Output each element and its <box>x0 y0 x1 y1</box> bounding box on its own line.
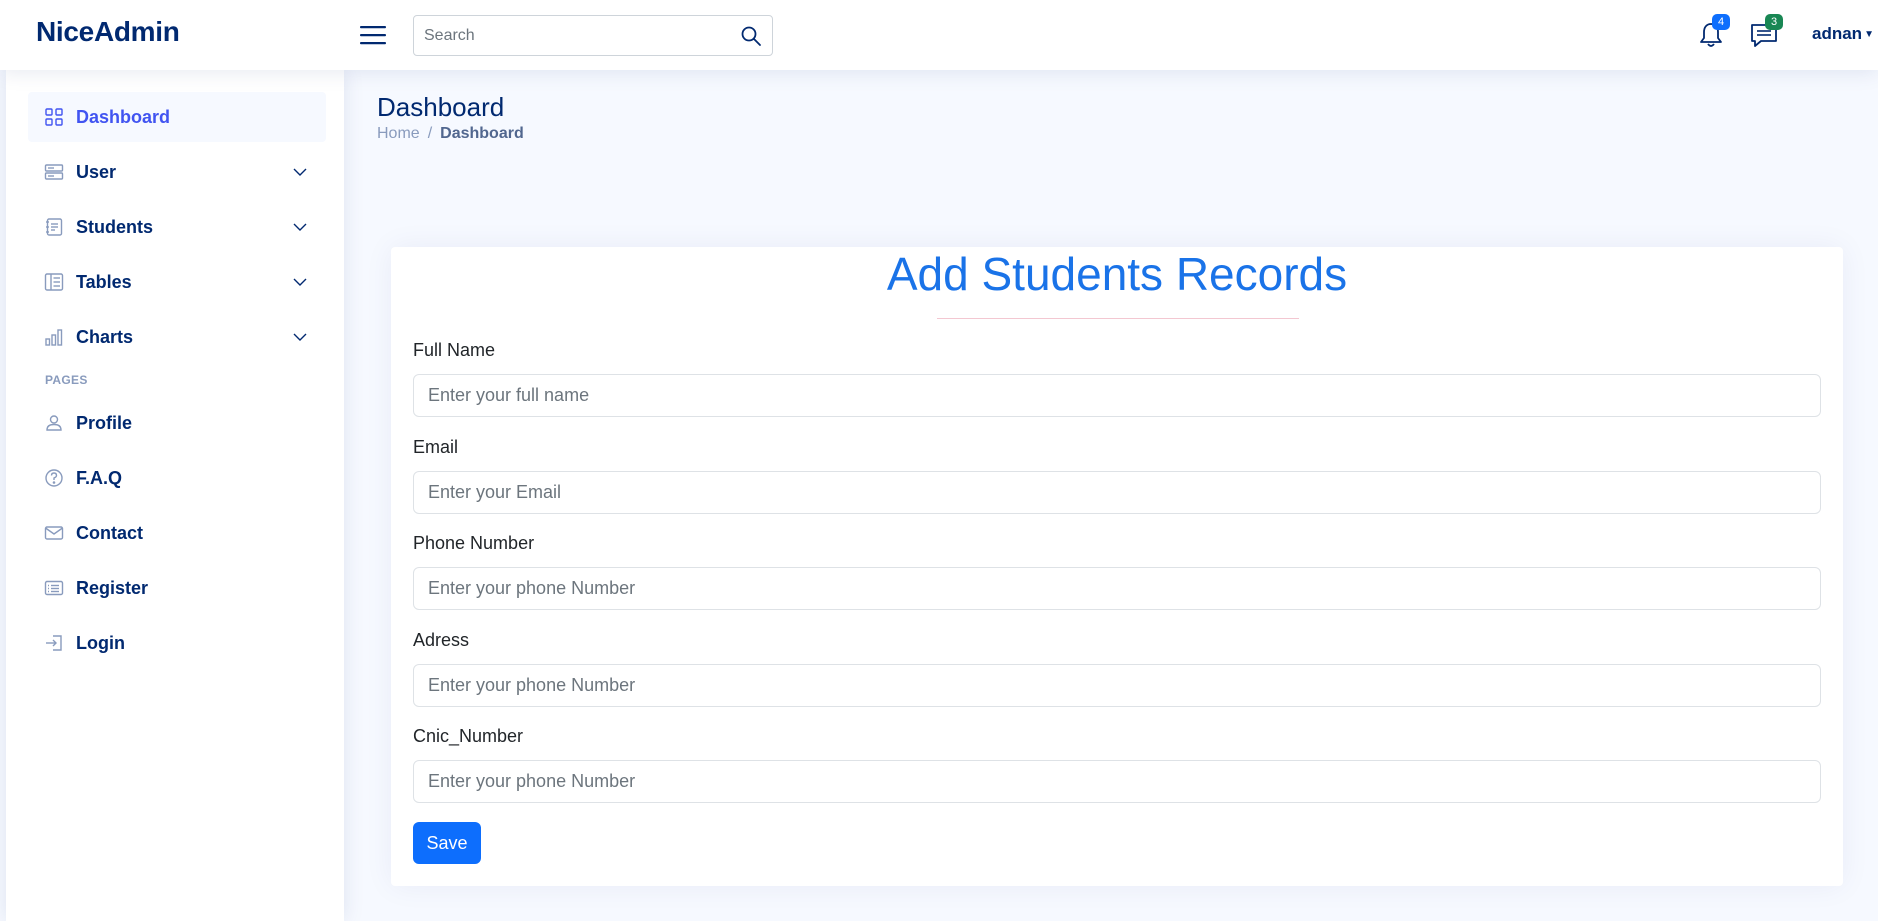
full-name-label: Full Name <box>413 340 496 360</box>
caret-down-icon: ▼ <box>1864 29 1874 41</box>
sidebar-item-profile[interactable]: Profile <box>28 398 326 448</box>
user-name: adnan <box>1812 24 1863 43</box>
chevron-down-icon <box>292 329 308 345</box>
sidebar-item-login[interactable]: Login <box>28 618 326 668</box>
breadcrumb-separator: / <box>427 125 433 142</box>
header: NiceAdmin 4 3 adnan▼ <box>0 0 1878 70</box>
card-list-icon <box>44 578 64 598</box>
sidebar-item-faq[interactable]: F.A.Q <box>28 453 326 503</box>
page-title: Dashboard <box>377 92 505 122</box>
menu-button-icon <box>44 162 64 182</box>
sidebar-item-dashboard[interactable]: Dashboard <box>28 92 326 142</box>
sidebar-item-label: Contact <box>76 522 143 543</box>
journal-text-icon <box>44 217 64 237</box>
search-input[interactable] <box>414 16 714 55</box>
breadcrumb-current: Dashboard <box>440 125 524 142</box>
sidebar-item-label: User <box>76 161 117 182</box>
notifications-badge: 4 <box>1712 14 1730 30</box>
sidebar-item-tables[interactable]: Tables <box>28 257 326 307</box>
bar-chart-icon <box>44 327 64 347</box>
sidebar-item-label: Students <box>76 216 154 237</box>
title-divider <box>937 318 1299 319</box>
form-title: Add Students Records <box>886 248 1348 300</box>
cnic-number-input[interactable] <box>413 760 1821 803</box>
box-arrow-in-right-icon <box>44 633 64 653</box>
sidebar: Dashboard User Students Tables Charts PA… <box>6 70 344 921</box>
sidebar-item-register[interactable]: Register <box>28 563 326 613</box>
sidebar-item-charts[interactable]: Charts <box>28 312 326 362</box>
breadcrumb-home[interactable]: Home <box>377 125 420 142</box>
address-label: Adress <box>413 630 470 650</box>
student-form-card: Add Students Records Full Name Email Pho… <box>391 247 1843 886</box>
person-icon <box>44 413 64 433</box>
full-name-input[interactable] <box>413 374 1821 417</box>
messages-chat-icon[interactable]: 3 <box>1749 14 1783 50</box>
sidebar-item-label: Dashboard <box>76 106 171 127</box>
chevron-down-icon <box>292 219 308 235</box>
question-circle-icon <box>44 468 64 488</box>
phone-number-input[interactable] <box>413 567 1821 610</box>
envelope-icon <box>44 523 64 543</box>
sidebar-item-students[interactable]: Students <box>28 202 326 252</box>
phone-number-label: Phone Number <box>413 533 535 553</box>
email-input[interactable] <box>413 471 1821 514</box>
sidebar-toggle-icon[interactable] <box>358 20 388 50</box>
sidebar-item-label: F.A.Q <box>76 467 123 488</box>
sidebar-item-user[interactable]: User <box>28 147 326 197</box>
chevron-down-icon <box>292 274 308 290</box>
sidebar-item-label: Tables <box>76 271 132 292</box>
messages-badge: 3 <box>1765 14 1783 30</box>
user-menu[interactable]: adnan ▼ <box>1812 24 1874 44</box>
sidebar-item-label: Register <box>76 577 149 598</box>
address-input[interactable] <box>413 664 1821 707</box>
chevron-down-icon <box>292 164 308 180</box>
sidebar-item-label: Login <box>76 632 125 653</box>
cnic-number-label: Cnic_Number <box>413 726 524 746</box>
sidebar-item-label: Profile <box>76 412 133 433</box>
breadcrumb: Home / Dashboard <box>377 125 524 143</box>
sidebar-heading-pages: PAGES <box>45 373 88 387</box>
sidebar-item-contact[interactable]: Contact <box>28 508 326 558</box>
grid-icon <box>44 107 64 127</box>
sidebar-item-label: Charts <box>76 326 134 347</box>
search-bar <box>413 15 773 56</box>
save-button[interactable]: Save <box>413 822 481 864</box>
search-icon[interactable] <box>740 25 762 47</box>
logo[interactable]: NiceAdmin <box>36 16 180 48</box>
notifications-bell-icon[interactable]: 4 <box>1696 14 1730 50</box>
layout-text-sidebar-icon <box>44 272 64 292</box>
email-label: Email <box>413 437 459 457</box>
